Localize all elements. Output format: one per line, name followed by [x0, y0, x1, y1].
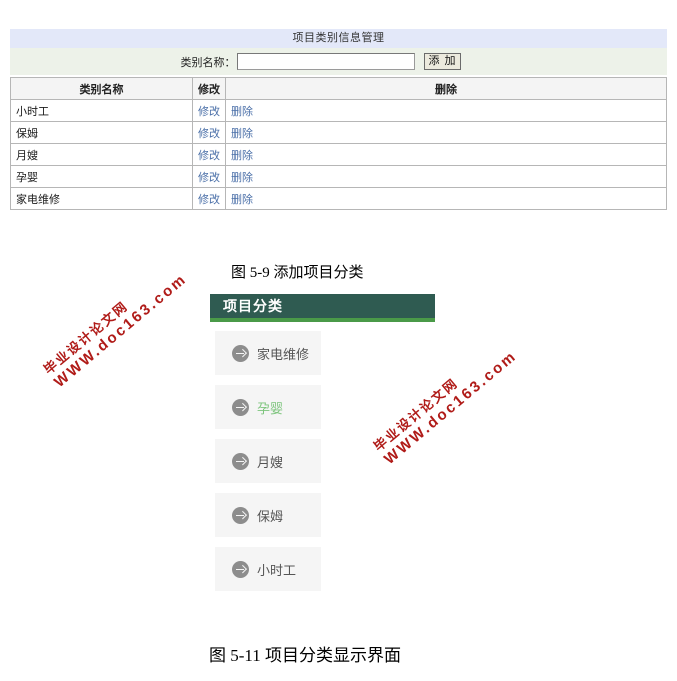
table-row: 保姆 修改 删除: [10, 121, 667, 144]
edit-link[interactable]: 修改: [198, 128, 220, 140]
cell-category-name: 小时工: [10, 99, 193, 122]
arrow-right-circle-icon: [232, 452, 249, 470]
table-row: 孕婴 修改 删除: [10, 165, 667, 188]
cell-category-name: 保姆: [10, 121, 193, 144]
cell-delete: 删除: [225, 187, 667, 210]
cell-category-name: 月嫂: [10, 143, 193, 166]
cell-edit: 修改: [192, 121, 226, 144]
admin-category-screen: 项目类别信息管理 类别名称： 添 加 类别名称 修改 删除 小时工 修改 删除: [10, 29, 667, 210]
edit-link[interactable]: 修改: [198, 106, 220, 118]
column-header-edit: 修改: [192, 77, 226, 100]
delete-link[interactable]: 删除: [231, 106, 253, 118]
list-item[interactable]: 孕婴: [215, 385, 321, 429]
arrow-right-circle-icon: [232, 344, 249, 362]
table-row: 小时工 修改 删除: [10, 99, 667, 122]
category-list: 家电维修 孕婴 月嫂 保姆 小时工: [215, 331, 321, 591]
delete-link[interactable]: 删除: [231, 194, 253, 206]
list-item-label: 月嫂: [257, 454, 284, 470]
page-title: 项目类别信息管理: [10, 29, 667, 48]
add-category-button[interactable]: 添 加: [424, 53, 461, 70]
list-item-label: 家电维修: [257, 346, 310, 362]
cell-category-name: 孕婴: [10, 165, 193, 188]
list-item[interactable]: 月嫂: [215, 439, 321, 483]
category-name-input[interactable]: [237, 53, 416, 70]
edit-link[interactable]: 修改: [198, 150, 220, 162]
column-header-delete: 删除: [225, 77, 667, 100]
table-header-row: 类别名称 修改 删除: [10, 77, 667, 100]
list-item[interactable]: 家电维修: [215, 331, 321, 375]
figure-caption-5-9: 图 5-9 添加项目分类: [231, 265, 364, 281]
list-item-label: 小时工: [257, 562, 297, 578]
cell-delete: 删除: [225, 121, 667, 144]
arrow-right-circle-icon: [232, 398, 249, 416]
category-name-label: 类别名称：: [180, 56, 236, 69]
panel-header-title: 项目分类: [223, 298, 283, 314]
list-item-label: 保姆: [257, 508, 284, 524]
figure-caption-5-11: 图 5-11 项目分类显示界面: [209, 646, 402, 665]
edit-link[interactable]: 修改: [198, 194, 220, 206]
cell-category-name: 家电维修: [10, 187, 193, 210]
watermark-url-line: WWW.doc163.com: [51, 270, 191, 391]
add-category-form: 类别名称： 添 加: [10, 48, 667, 76]
delete-link[interactable]: 删除: [231, 172, 253, 184]
cell-delete: 删除: [225, 165, 667, 188]
watermark-chinese-line: 毕业设计论文网: [40, 298, 131, 378]
delete-link[interactable]: 删除: [231, 128, 253, 140]
panel-header: 项目分类: [210, 294, 435, 322]
cell-edit: 修改: [192, 143, 226, 166]
list-item[interactable]: 小时工: [215, 547, 321, 591]
cell-delete: 删除: [225, 143, 667, 166]
category-table: 类别名称 修改 删除 小时工 修改 删除 保姆 修改 删除 月嫂 修改 删除 孕…: [10, 77, 667, 210]
column-header-name: 类别名称: [10, 77, 193, 100]
list-item-label: 孕婴: [257, 400, 284, 416]
cell-edit: 修改: [192, 99, 226, 122]
cell-edit: 修改: [192, 165, 226, 188]
table-row: 家电维修 修改 删除: [10, 187, 667, 210]
project-category-panel: 项目分类 家电维修 孕婴 月嫂 保姆 小时工: [210, 294, 435, 601]
table-row: 月嫂 修改 删除: [10, 143, 667, 166]
delete-link[interactable]: 删除: [231, 150, 253, 162]
watermark: 毕业设计论文网 WWW.doc163.com: [39, 256, 191, 391]
cell-delete: 删除: [225, 99, 667, 122]
cell-edit: 修改: [192, 187, 226, 210]
list-item[interactable]: 保姆: [215, 493, 321, 537]
arrow-right-circle-icon: [232, 560, 249, 578]
arrow-right-circle-icon: [232, 506, 249, 524]
edit-link[interactable]: 修改: [198, 172, 220, 184]
